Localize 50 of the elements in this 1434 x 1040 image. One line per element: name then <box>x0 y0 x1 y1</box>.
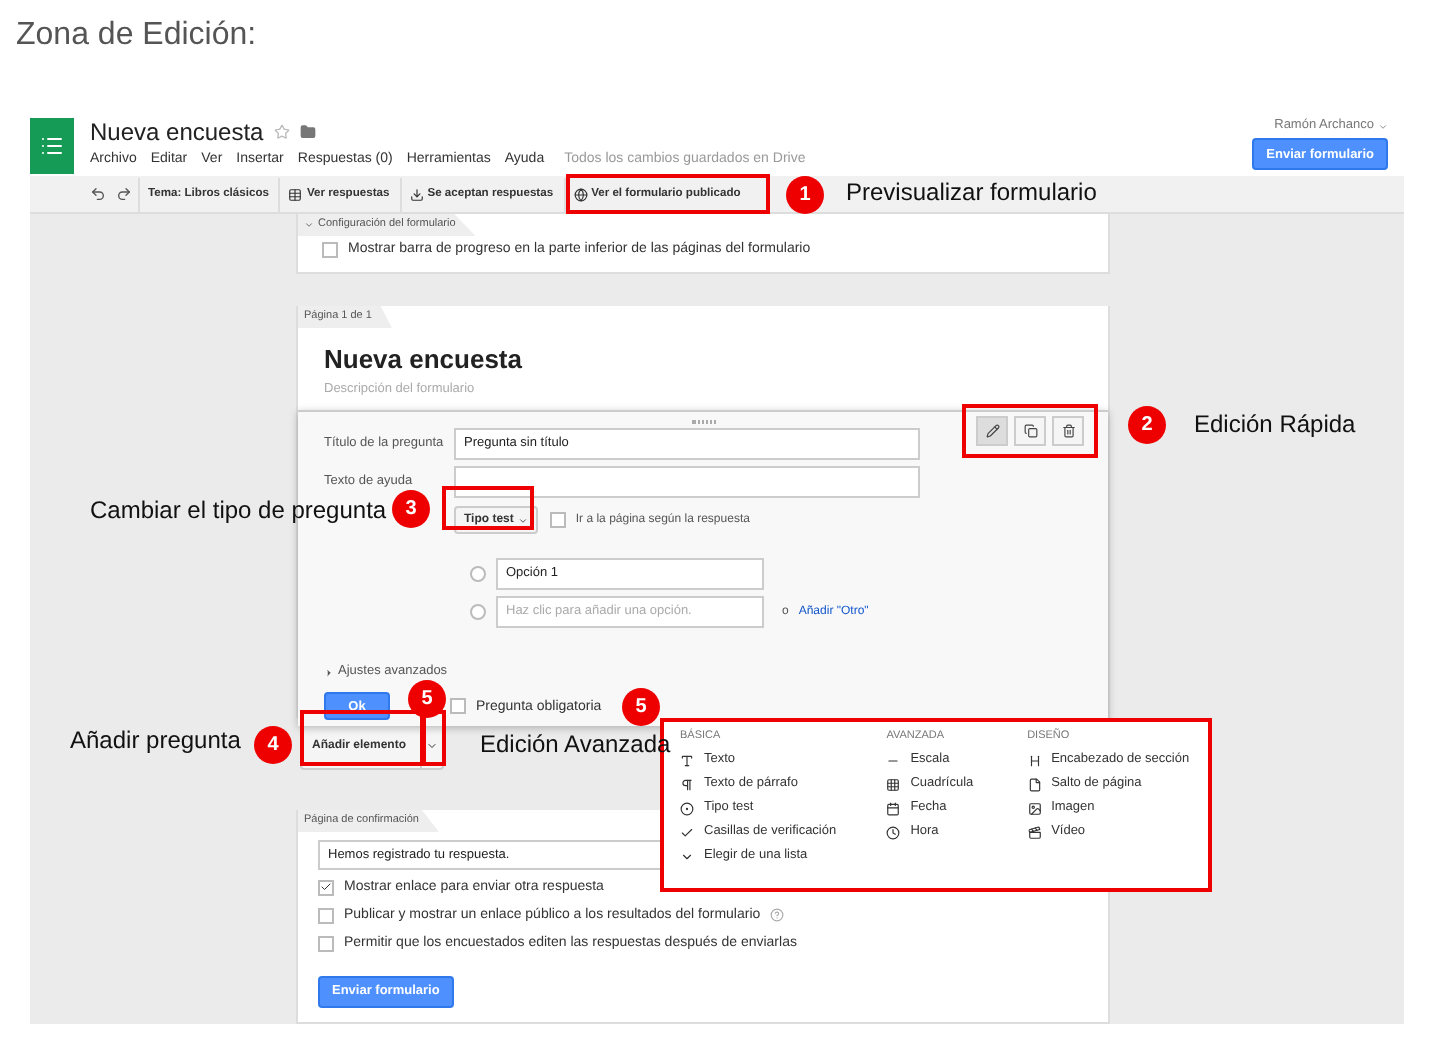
undo-icon[interactable] <box>86 186 110 202</box>
duplicate-icon[interactable] <box>1014 416 1046 446</box>
callout-label: Edición Rápida <box>1194 410 1356 440</box>
radio-button[interactable] <box>470 604 486 620</box>
highlight-frame <box>442 486 534 530</box>
check-icon <box>680 825 694 839</box>
step-number: 4 <box>254 726 292 764</box>
globe-icon <box>573 187 588 201</box>
heading-icon <box>1027 753 1042 767</box>
clapperboard-icon <box>1027 825 1042 839</box>
text-icon <box>680 753 694 767</box>
caret-icon <box>517 515 528 525</box>
calendar-icon <box>886 801 901 815</box>
step-number: 2 <box>1128 406 1166 444</box>
drag-handle[interactable] <box>691 420 715 424</box>
callout-label: Añadir pregunta <box>70 726 241 756</box>
caret-icon <box>304 220 314 230</box>
checkbox[interactable] <box>318 935 334 951</box>
check-icon <box>320 880 332 894</box>
section-heading: Zona de Edición: <box>16 16 257 56</box>
checkbox[interactable] <box>318 907 334 923</box>
delete-icon[interactable] <box>1052 416 1084 446</box>
callout-label: Previsualizar formulario <box>846 178 1097 208</box>
help-icon[interactable] <box>770 908 785 922</box>
checkbox[interactable] <box>318 879 334 895</box>
grid-icon <box>886 777 901 791</box>
caret-icon <box>426 740 438 752</box>
caret-icon <box>680 849 694 863</box>
form-title: Nueva encuesta <box>322 342 524 378</box>
download-icon <box>409 187 424 201</box>
checkbox[interactable] <box>450 698 466 714</box>
radio-button[interactable] <box>470 566 486 582</box>
table-icon <box>288 187 303 201</box>
caret-icon <box>324 667 334 677</box>
text-field[interactable] <box>454 466 920 498</box>
checkbox[interactable] <box>549 512 566 528</box>
clock-icon <box>886 825 901 839</box>
form-title: Nueva encuesta <box>90 118 264 146</box>
forms-logo-icon[interactable] <box>30 118 74 174</box>
checkbox[interactable] <box>322 241 338 257</box>
redo-icon[interactable] <box>112 186 136 202</box>
folder-icon[interactable] <box>299 124 316 140</box>
star-icon[interactable] <box>273 124 290 140</box>
edit-icon[interactable] <box>976 416 1008 446</box>
radio-icon <box>680 801 694 815</box>
page-icon <box>1027 777 1042 791</box>
pilcrow-icon <box>680 777 694 791</box>
caret-icon <box>1378 121 1388 131</box>
callout-label: Cambiar el tipo de pregunta <box>90 496 387 526</box>
image-icon <box>1027 801 1042 815</box>
